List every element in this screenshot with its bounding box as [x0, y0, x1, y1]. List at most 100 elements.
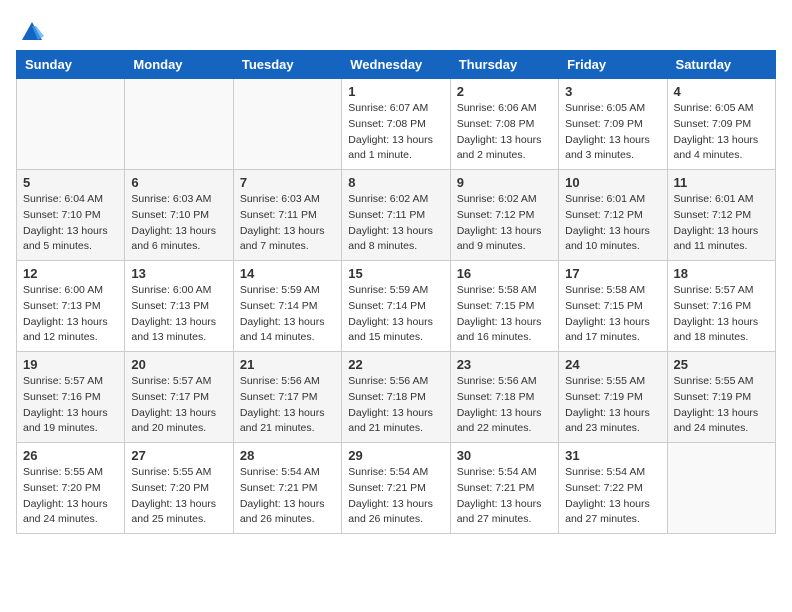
calendar-cell: 19 Sunrise: 5:57 AMSunset: 7:16 PMDayligh… — [17, 352, 125, 443]
day-number: 24 — [565, 357, 660, 372]
day-number: 28 — [240, 448, 335, 463]
day-info: Sunrise: 6:06 AMSunset: 7:08 PMDaylight:… — [457, 101, 552, 164]
calendar-cell: 7 Sunrise: 6:03 AMSunset: 7:11 PMDaylight… — [233, 170, 341, 261]
calendar-cell: 11Sunrise: 6:01 AMSunset: 7:12 PMDayligh… — [667, 170, 775, 261]
day-info: Sunrise: 6:05 AMSunset: 7:09 PMDaylight:… — [674, 101, 769, 164]
day-number: 27 — [131, 448, 226, 463]
calendar-cell: 22Sunrise: 5:56 AMSunset: 7:18 PMDayligh… — [342, 352, 450, 443]
calendar-cell: 17 Sunrise: 5:58 AMSunset: 7:15 PMDayligh… — [559, 261, 667, 352]
calendar-cell: 30 Sunrise: 5:54 AMSunset: 7:21 PMDayligh… — [450, 443, 558, 534]
calendar-cell: 4 Sunrise: 6:05 AMSunset: 7:09 PMDaylight… — [667, 79, 775, 170]
day-number: 4 — [674, 84, 769, 99]
day-info: Sunrise: 6:05 AMSunset: 7:09 PMDaylight:… — [565, 101, 660, 164]
day-info: Sunrise: 5:57 AMSunset: 7:16 PMDaylight:… — [23, 374, 118, 437]
day-number: 10 — [565, 175, 660, 190]
day-number: 7 — [240, 175, 335, 190]
day-info: Sunrise: 6:02 AMSunset: 7:11 PMDaylight:… — [348, 192, 443, 255]
calendar-cell: 8 Sunrise: 6:02 AMSunset: 7:11 PMDaylight… — [342, 170, 450, 261]
day-info: Sunrise: 5:54 AMSunset: 7:22 PMDaylight:… — [565, 465, 660, 528]
calendar-cell: 3 Sunrise: 6:05 AMSunset: 7:09 PMDaylight… — [559, 79, 667, 170]
calendar-cell: 2 Sunrise: 6:06 AMSunset: 7:08 PMDaylight… — [450, 79, 558, 170]
weekday-header-thursday: Thursday — [450, 51, 558, 79]
calendar-cell: 14Sunrise: 5:59 AMSunset: 7:14 PMDayligh… — [233, 261, 341, 352]
calendar-cell — [667, 443, 775, 534]
day-number: 9 — [457, 175, 552, 190]
page-header — [16, 16, 776, 40]
calendar-cell: 26 Sunrise: 5:55 AMSunset: 7:20 PMDayligh… — [17, 443, 125, 534]
day-number: 30 — [457, 448, 552, 463]
calendar-cell: 28 Sunrise: 5:54 AMSunset: 7:21 PMDayligh… — [233, 443, 341, 534]
day-info: Sunrise: 5:56 AMSunset: 7:18 PMDaylight:… — [457, 374, 552, 437]
calendar-cell — [233, 79, 341, 170]
day-number: 25 — [674, 357, 769, 372]
calendar-cell: 20Sunrise: 5:57 AMSunset: 7:17 PMDayligh… — [125, 352, 233, 443]
weekday-header-friday: Friday — [559, 51, 667, 79]
day-info: Sunrise: 6:07 AMSunset: 7:08 PMDaylight:… — [348, 101, 443, 164]
day-number: 5 — [23, 175, 118, 190]
calendar-cell: 5Sunrise: 6:04 AMSunset: 7:10 PMDaylight… — [17, 170, 125, 261]
day-number: 3 — [565, 84, 660, 99]
calendar-cell: 15 Sunrise: 5:59 AMSunset: 7:14 PMDayligh… — [342, 261, 450, 352]
day-number: 2 — [457, 84, 552, 99]
calendar-cell: 27 Sunrise: 5:55 AMSunset: 7:20 PMDayligh… — [125, 443, 233, 534]
calendar-week-3: 12 Sunrise: 6:00 AMSunset: 7:13 PMDayligh… — [17, 261, 776, 352]
logo-icon — [18, 16, 46, 44]
day-number: 12 — [23, 266, 118, 281]
day-number: 8 — [348, 175, 443, 190]
day-number: 17 — [565, 266, 660, 281]
calendar-cell: 24 Sunrise: 5:55 AMSunset: 7:19 PMDayligh… — [559, 352, 667, 443]
calendar-cell: 29Sunrise: 5:54 AMSunset: 7:21 PMDayligh… — [342, 443, 450, 534]
day-info: Sunrise: 6:01 AMSunset: 7:12 PMDaylight:… — [565, 192, 660, 255]
day-info: Sunrise: 6:00 AMSunset: 7:13 PMDaylight:… — [23, 283, 118, 346]
weekday-header-monday: Monday — [125, 51, 233, 79]
day-info: Sunrise: 5:55 AMSunset: 7:19 PMDaylight:… — [565, 374, 660, 437]
day-number: 1 — [348, 84, 443, 99]
day-number: 13 — [131, 266, 226, 281]
calendar-cell: 12 Sunrise: 6:00 AMSunset: 7:13 PMDayligh… — [17, 261, 125, 352]
day-info: Sunrise: 6:03 AMSunset: 7:11 PMDaylight:… — [240, 192, 335, 255]
day-info: Sunrise: 6:00 AMSunset: 7:13 PMDaylight:… — [131, 283, 226, 346]
day-number: 19 — [23, 357, 118, 372]
day-info: Sunrise: 5:58 AMSunset: 7:15 PMDaylight:… — [457, 283, 552, 346]
day-info: Sunrise: 5:55 AMSunset: 7:20 PMDaylight:… — [131, 465, 226, 528]
calendar-cell: 10 Sunrise: 6:01 AMSunset: 7:12 PMDayligh… — [559, 170, 667, 261]
day-info: Sunrise: 5:55 AMSunset: 7:20 PMDaylight:… — [23, 465, 118, 528]
calendar-week-2: 5Sunrise: 6:04 AMSunset: 7:10 PMDaylight… — [17, 170, 776, 261]
calendar-cell: 16 Sunrise: 5:58 AMSunset: 7:15 PMDayligh… — [450, 261, 558, 352]
day-number: 11 — [674, 175, 769, 190]
day-number: 15 — [348, 266, 443, 281]
calendar-week-1: 1 Sunrise: 6:07 AMSunset: 7:08 PMDaylight… — [17, 79, 776, 170]
calendar-week-4: 19 Sunrise: 5:57 AMSunset: 7:16 PMDayligh… — [17, 352, 776, 443]
day-number: 26 — [23, 448, 118, 463]
calendar-cell: 1 Sunrise: 6:07 AMSunset: 7:08 PMDaylight… — [342, 79, 450, 170]
calendar-cell: 23 Sunrise: 5:56 AMSunset: 7:18 PMDayligh… — [450, 352, 558, 443]
day-info: Sunrise: 6:02 AMSunset: 7:12 PMDaylight:… — [457, 192, 552, 255]
day-number: 6 — [131, 175, 226, 190]
weekday-header-saturday: Saturday — [667, 51, 775, 79]
calendar-week-5: 26 Sunrise: 5:55 AMSunset: 7:20 PMDayligh… — [17, 443, 776, 534]
calendar-cell — [17, 79, 125, 170]
calendar-cell: 25 Sunrise: 5:55 AMSunset: 7:19 PMDayligh… — [667, 352, 775, 443]
calendar-cell: 9 Sunrise: 6:02 AMSunset: 7:12 PMDaylight… — [450, 170, 558, 261]
day-number: 31 — [565, 448, 660, 463]
day-number: 21 — [240, 357, 335, 372]
day-info: Sunrise: 5:55 AMSunset: 7:19 PMDaylight:… — [674, 374, 769, 437]
day-number: 16 — [457, 266, 552, 281]
day-info: Sunrise: 5:54 AMSunset: 7:21 PMDaylight:… — [457, 465, 552, 528]
day-info: Sunrise: 5:59 AMSunset: 7:14 PMDaylight:… — [348, 283, 443, 346]
calendar-cell: 13 Sunrise: 6:00 AMSunset: 7:13 PMDayligh… — [125, 261, 233, 352]
weekday-header-sunday: Sunday — [17, 51, 125, 79]
weekday-header-tuesday: Tuesday — [233, 51, 341, 79]
calendar-cell: 6Sunrise: 6:03 AMSunset: 7:10 PMDaylight… — [125, 170, 233, 261]
day-info: Sunrise: 5:59 AMSunset: 7:14 PMDaylight:… — [240, 283, 335, 346]
day-info: Sunrise: 5:57 AMSunset: 7:16 PMDaylight:… — [674, 283, 769, 346]
weekday-header-wednesday: Wednesday — [342, 51, 450, 79]
day-number: 23 — [457, 357, 552, 372]
day-info: Sunrise: 5:57 AMSunset: 7:17 PMDaylight:… — [131, 374, 226, 437]
day-number: 22 — [348, 357, 443, 372]
day-info: Sunrise: 5:56 AMSunset: 7:17 PMDaylight:… — [240, 374, 335, 437]
day-number: 18 — [674, 266, 769, 281]
weekday-header-row: SundayMondayTuesdayWednesdayThursdayFrid… — [17, 51, 776, 79]
day-info: Sunrise: 5:54 AMSunset: 7:21 PMDaylight:… — [240, 465, 335, 528]
day-info: Sunrise: 5:58 AMSunset: 7:15 PMDaylight:… — [565, 283, 660, 346]
